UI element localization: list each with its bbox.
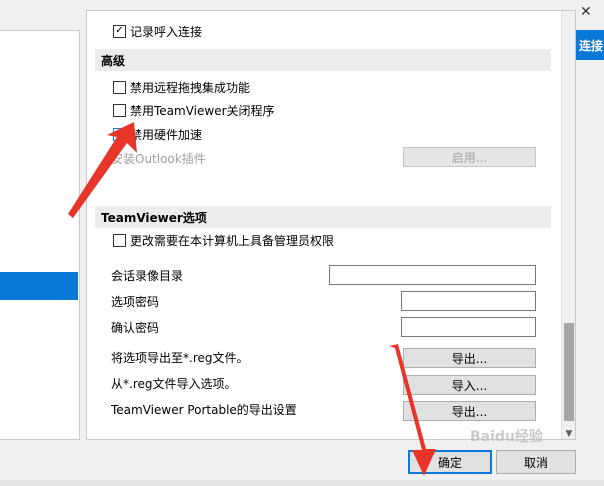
- arrow-icon: [68, 122, 137, 218]
- arrow-icon: [389, 344, 436, 476]
- annotation-overlay: [68, 122, 436, 476]
